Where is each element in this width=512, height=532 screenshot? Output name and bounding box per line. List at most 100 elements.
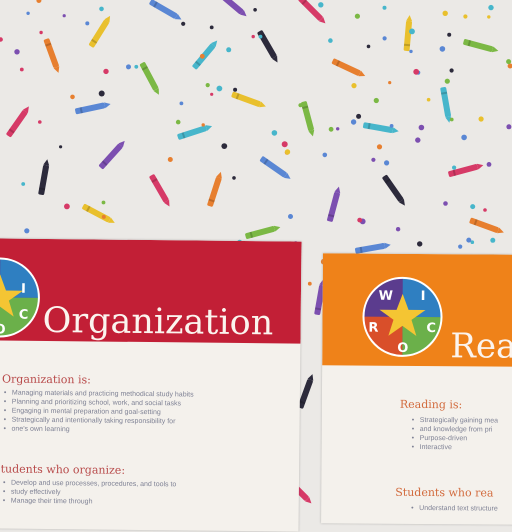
confetti-dot [271,130,278,136]
confetti-dot [209,25,214,30]
logo-letter: R [368,321,378,336]
confetti-dot [24,228,30,234]
confetti-dot [426,97,431,102]
confetti-dot [486,162,492,167]
confetti-dot [226,47,232,53]
logo-letter: I [421,289,426,304]
crayon-icon [362,122,399,134]
confetti-dot [417,241,423,247]
confetti-dot [506,59,512,65]
confetti-dot [98,90,105,97]
confetti-dot [62,14,66,18]
confetti-dot [350,119,357,125]
confetti-dot [507,63,512,69]
confetti-dot [101,200,106,205]
confetti-dot [216,85,223,92]
confetti-dot [21,182,26,186]
crayon-icon [75,102,111,115]
confetti-dot [388,81,392,85]
confetti-dot [322,152,328,158]
crayon-icon [6,106,29,138]
confetti-dot [413,68,420,75]
crayon-icon [331,58,366,77]
crayon-icon [259,156,291,179]
confetti-dot [179,101,184,106]
confetti-dot [336,127,340,131]
confetti-dot [373,97,379,104]
poster-title: Rea [450,326,512,367]
wicor-logo-icon: I C O [0,257,40,338]
logo-letter: I [21,282,26,297]
confetti-dot [449,68,454,73]
confetti-dot [181,21,186,26]
confetti-dot [439,46,446,52]
crayon-icon [139,62,159,95]
confetti-dot [201,123,205,127]
wicor-logo-icon: W I C O R [362,276,443,357]
confetti-dot [490,237,496,243]
logo-letter: O [397,341,408,356]
crayon-icon [43,38,60,73]
confetti-dot [39,30,43,35]
confetti-dot [126,64,131,70]
confetti-dot [395,227,401,232]
confetti-dot [298,103,303,108]
confetti-dot [483,208,487,212]
crayon-icon [82,203,115,223]
logo-letter: W [379,289,393,304]
crayon-icon [301,101,315,137]
confetti-dot [167,157,173,162]
confetti-dot [288,214,293,219]
crayon-icon [192,40,218,70]
confetti-dot [26,11,30,15]
crayon-icon [448,163,484,177]
crayon-icon [469,217,504,234]
confetti-dot [376,144,383,150]
confetti-dot [461,134,467,141]
confetti-dot [205,83,210,88]
crayon-icon [149,0,182,20]
confetti-dot [175,119,181,125]
confetti-dot [415,137,421,143]
confetti-dot [307,281,312,286]
confetti-dot [251,34,255,39]
confetti-dot [14,49,20,55]
crayon-icon [149,174,170,207]
confetti-dot [449,117,454,122]
confetti-dot [59,145,63,149]
list-item: one's own learning [11,425,193,436]
organization-poster: I C O Organization Organization is: Mana… [0,238,302,532]
confetti-dot [444,78,450,84]
confetti-dot [281,141,288,148]
reading-definition-list: Strategically gaining mea and knowledge … [410,416,498,453]
confetti-dot [36,0,42,3]
confetti-dot [354,13,360,19]
confetti-dot [85,21,90,26]
section-heading: Organization is: [1,372,91,387]
logo-letter: C [426,321,436,336]
confetti-dot [382,5,387,10]
crayon-icon [207,171,222,207]
crayon-icon [231,91,266,108]
crayon-icon [382,174,405,206]
confetti-dot [463,14,468,19]
confetti-dot [389,124,394,128]
crayon-icon [89,15,111,48]
confetti-dot [409,28,415,35]
list-item: Interactive [420,443,498,453]
confetti-dot [199,53,205,59]
crayon-icon [38,159,50,196]
confetti-dot [258,34,263,39]
confetti-dot [103,68,109,75]
confetti-dot [382,36,387,41]
confetti-dot [328,126,334,132]
confetti-dot [134,64,139,69]
confetti-dot [19,67,24,72]
list-item: Manage their time through [11,497,176,508]
crayon-icon [99,140,125,170]
confetti-dot [351,83,357,89]
confetti-dot [0,37,3,42]
confetti-dot [253,8,257,12]
crayon-icon [327,186,341,222]
crayon-icon [463,39,499,53]
